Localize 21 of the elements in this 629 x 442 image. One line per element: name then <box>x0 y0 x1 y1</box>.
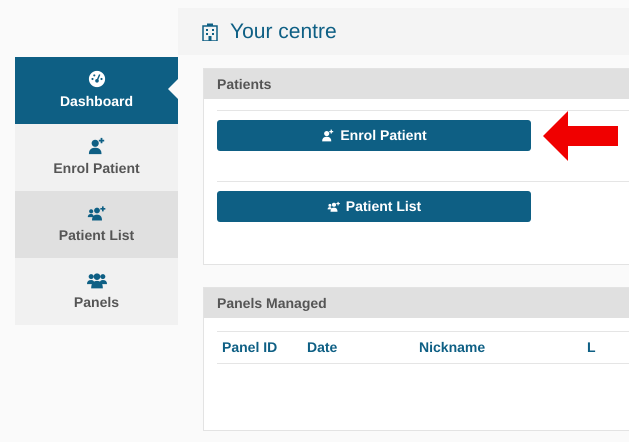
action-button[interactable]: Patient List <box>217 191 531 222</box>
page-title: Your centre <box>230 18 337 45</box>
sidebar-item[interactable]: Enrol Patient <box>15 124 178 191</box>
action-button[interactable]: Enrol Patient <box>217 120 531 151</box>
sidebar-item[interactable]: Dashboard <box>15 57 178 124</box>
sidebar-item[interactable]: Panels <box>15 258 178 325</box>
group-icon <box>86 270 106 288</box>
column-header: Nickname <box>419 338 486 357</box>
person-plus-icon <box>86 136 106 154</box>
person-plus-icon <box>321 129 336 142</box>
people-plus-icon <box>326 200 341 213</box>
building-icon <box>202 22 218 40</box>
gauge-icon <box>86 70 106 88</box>
pointer-notch <box>168 79 178 99</box>
column-header: L <box>587 338 597 357</box>
column-header: Panel ID <box>221 338 278 357</box>
panel-heading: Panels Managed <box>204 288 629 318</box>
people-plus-icon <box>86 204 106 222</box>
sidebar-item[interactable]: Patient List <box>15 191 178 258</box>
panel-heading: Patients <box>204 69 629 99</box>
column-header: Date <box>307 338 338 357</box>
